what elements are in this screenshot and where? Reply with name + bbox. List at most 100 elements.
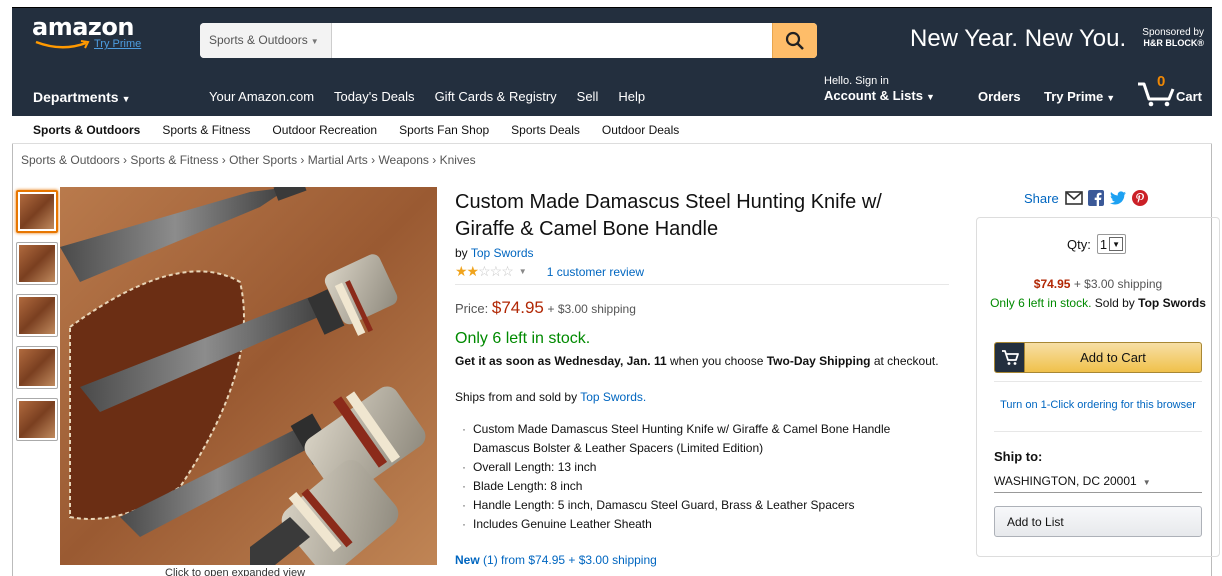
brand-link[interactable]: Top Swords (471, 246, 534, 260)
chevron-down-icon: ▼ (925, 92, 935, 102)
promo-banner[interactable]: New Year. New You. (910, 25, 1126, 53)
share-label: Share (1024, 190, 1059, 206)
subnav-item-outdoor-deals[interactable]: Outdoor Deals (602, 123, 679, 137)
thumbnail-image (19, 297, 55, 334)
list-item: Includes Genuine Leather Sheath (462, 515, 942, 534)
search-bar: Sports & Outdoors ▼ (200, 23, 817, 58)
customer-reviews-link[interactable]: 1 customer review (547, 265, 644, 279)
list-item: Custom Made Damascus Steel Hunting Knife… (462, 420, 942, 458)
divider (994, 381, 1202, 382)
departments-menu[interactable]: Departments ▼ (33, 89, 131, 105)
nav-link-sell[interactable]: Sell (577, 89, 599, 104)
sold-by-seller: Top Swords (1138, 296, 1206, 310)
main-product-image[interactable] (60, 187, 437, 565)
delivery-date: Get it as soon as Wednesday, Jan. 11 (455, 354, 667, 368)
thumbnail-4[interactable] (16, 346, 58, 389)
buybox-stock: Only 6 left in stock. Sold by Top Swords (987, 294, 1209, 312)
nav-link-gift-cards[interactable]: Gift Cards & Registry (435, 89, 557, 104)
nav-bottom-bar: Departments ▼ Your Amazon.com Today's Dea… (12, 61, 1212, 116)
pinterest-icon[interactable] (1131, 190, 1148, 206)
subnav-item-sports-outdoors[interactable]: Sports & Outdoors (33, 123, 140, 137)
subnav-item-outdoor-recreation[interactable]: Outdoor Recreation (272, 123, 377, 137)
cart-button[interactable]: 0 Cart (1137, 73, 1207, 113)
subnav-item-sports-deals[interactable]: Sports Deals (511, 123, 580, 137)
logo-wordmark: amazon (32, 13, 134, 41)
search-category-dropdown[interactable]: Sports & Outdoors ▼ (200, 23, 332, 58)
thumbnail-2[interactable] (16, 242, 58, 285)
departments-label: Departments (33, 89, 119, 105)
price-row: Price: $74.95 + $3.00 shipping (455, 298, 636, 318)
buy-box: Qty: 1 ▼ $74.95 + $3.00 shipping Only 6 … (976, 217, 1220, 557)
qty-label: Qty: (1067, 236, 1091, 252)
email-icon[interactable] (1064, 191, 1083, 205)
orders-link[interactable]: Orders (978, 89, 1021, 104)
image-thumbnails (16, 190, 58, 450)
share-bar: Share (1024, 190, 1153, 206)
list-item: Handle Length: 5 inch, Damascu Steel Gua… (462, 496, 942, 515)
price-label: Price: (455, 301, 489, 316)
nav-links: Your Amazon.com Today's Deals Gift Cards… (209, 89, 665, 104)
list-item: Blade Length: 8 inch (462, 477, 942, 496)
shipping-cost: + $3.00 shipping (547, 302, 636, 316)
delivery-mid: when you choose (666, 354, 767, 368)
twitter-icon[interactable] (1109, 190, 1127, 206)
chevron-down-icon: ▼ (1142, 478, 1151, 487)
by-label: by (455, 246, 468, 260)
search-button[interactable] (772, 23, 817, 58)
account-lists-menu[interactable]: Account & Lists ▼ (824, 88, 935, 103)
sign-in-greeting[interactable]: Hello. Sign in (824, 75, 889, 87)
product-price: $74.95 (491, 298, 544, 317)
ship-to-address-dropdown[interactable]: WASHINGTON, DC 20001 ▼ (994, 474, 1151, 488)
list-item: Overall Length: 13 inch (462, 458, 942, 477)
new-offers: New (1) from $74.95 + $3.00 shipping (455, 553, 657, 567)
quantity-selector: Qty: 1 ▼ (1067, 234, 1127, 254)
add-to-list-label: Add to List (1007, 515, 1064, 529)
image-caption[interactable]: Click to open expanded view (165, 567, 305, 576)
one-click-link[interactable]: Turn on 1-Click ordering for this browse… (977, 399, 1219, 411)
delivery-estimate: Get it as soon as Wednesday, Jan. 11 whe… (455, 352, 945, 370)
seller-link[interactable]: Top Swords. (580, 390, 646, 404)
divider (994, 492, 1202, 493)
cart-label: Cart (1176, 89, 1203, 104)
thumbnail-3[interactable] (16, 294, 58, 337)
category-subnav: Sports & Outdoors Sports & Fitness Outdo… (12, 116, 1212, 144)
nav-link-todays-deals[interactable]: Today's Deals (334, 89, 415, 104)
chevron-down-icon[interactable]: ▼ (519, 267, 527, 276)
facebook-icon[interactable] (1087, 190, 1104, 206)
thumbnail-image (19, 401, 55, 438)
new-offers-link[interactable]: New (455, 553, 480, 567)
try-prime-menu[interactable]: Try Prime ▼ (1044, 89, 1115, 104)
cart-icon (995, 343, 1025, 372)
ship-to-address: WASHINGTON, DC 20001 (994, 474, 1137, 488)
new-offers-count[interactable]: (1) from (480, 553, 529, 567)
thumbnail-1[interactable] (16, 190, 58, 233)
divider (994, 431, 1202, 432)
delivery-post: at checkout. (870, 354, 939, 368)
knife-image (60, 187, 437, 565)
amazon-logo[interactable]: amazon Try Prime (32, 13, 141, 50)
nav-link-help[interactable]: Help (618, 89, 645, 104)
sponsor-line2: H&R BLOCK® (1143, 38, 1204, 48)
add-to-list-button[interactable]: Add to List (994, 506, 1202, 537)
nav-link-your-amazon[interactable]: Your Amazon.com (209, 89, 314, 104)
chevron-down-icon: ▼ (310, 37, 319, 46)
thumbnail-image (19, 349, 55, 386)
subnav-item-sports-fan-shop[interactable]: Sports Fan Shop (399, 123, 489, 137)
thumbnail-5[interactable] (16, 398, 58, 441)
star-rating-icon[interactable]: ★★☆☆☆ (455, 263, 514, 280)
subnav-item-sports-fitness[interactable]: Sports & Fitness (162, 123, 250, 137)
qty-value: 1 (1099, 236, 1108, 252)
search-input[interactable] (332, 23, 772, 58)
new-offers-price[interactable]: $74.95 + $3.00 shipping (528, 553, 656, 567)
chevron-down-icon: ▼ (121, 94, 131, 104)
add-to-cart-button[interactable]: Add to Cart (994, 342, 1202, 373)
try-prime-label: Try Prime (1044, 89, 1104, 104)
nav-top-bar: amazon Try Prime Sports & Outdoors ▼ New … (12, 8, 1212, 61)
account-lists-label: Account & Lists (824, 88, 923, 103)
try-prime-link[interactable]: Try Prime (94, 38, 141, 50)
page-left-border (12, 144, 13, 576)
cart-count-badge: 0 (1157, 73, 1166, 90)
quantity-dropdown[interactable]: 1 ▼ (1096, 234, 1127, 254)
breadcrumb[interactable]: Sports & Outdoors › Sports & Fitness › O… (21, 153, 476, 167)
add-to-cart-label: Add to Cart (1080, 350, 1146, 365)
